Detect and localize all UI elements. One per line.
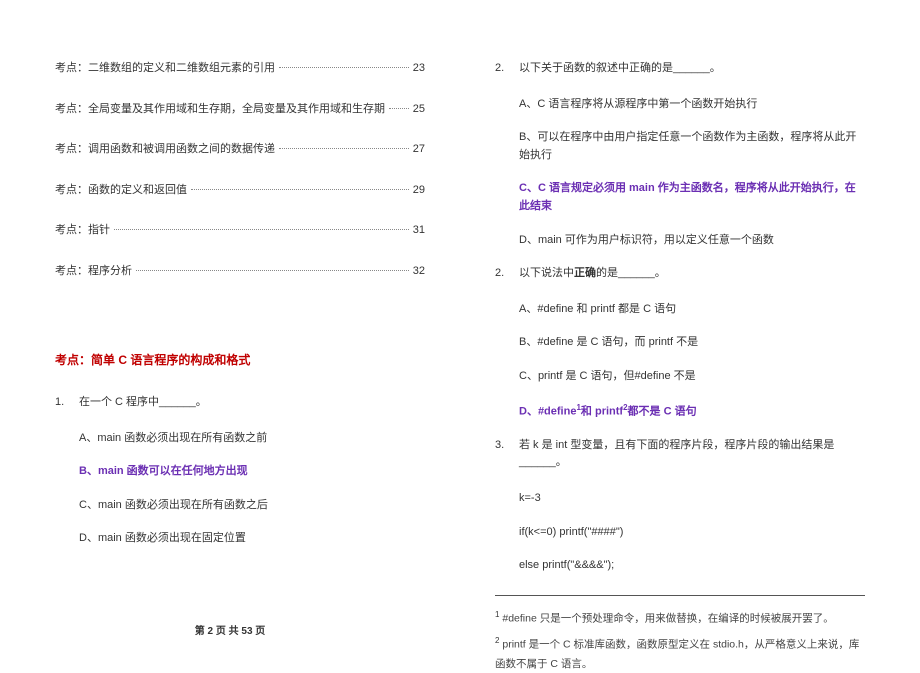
footer-prefix: 第 [195, 626, 208, 637]
document-page: 考点：二维数组的定义和二维数组元素的引用 23 考点：全局变量及其作用域和生存期… [0, 0, 920, 651]
toc-page: 27 [413, 141, 425, 158]
option-a: A、#define 和 printf 都是 C 语句 [519, 301, 865, 319]
footer-suffix: 页 [253, 626, 266, 637]
footnote-text: printf 是一个 C 标准库函数，函数原型定义在 stdio.h，从严格意义… [495, 639, 859, 670]
d-pre: D、#define [519, 405, 576, 417]
question-number: 2. [495, 60, 519, 78]
question-stem: 以下说法中正确的是______。 [519, 265, 865, 283]
right-column: 2. 以下关于函数的叙述中正确的是______。 A、C 语言程序将从源程序中第… [460, 0, 920, 651]
footnote-text: #define 只是一个预处理命令，用来做替换，在编译的时候被展开罢了。 [499, 612, 833, 624]
left-column: 考点：二维数组的定义和二维数组元素的引用 23 考点：全局变量及其作用域和生存期… [0, 0, 460, 651]
code-line: if(k<=0) printf("####") [519, 524, 865, 542]
toc-leader [279, 67, 409, 68]
option-c-answer: C、C 语言规定必须用 main 作为主函数名，程序将从此开始执行，在此结束 [519, 180, 865, 215]
question-number: 2. [495, 265, 519, 283]
question-stem: 以下关于函数的叙述中正确的是______。 [519, 60, 865, 78]
footer-mid: 页 共 [213, 626, 241, 637]
question-number: 1. [55, 394, 79, 412]
option-b: B、#define 是 C 语句，而 printf 不是 [519, 334, 865, 352]
toc-item: 考点：程序分析 32 [55, 263, 425, 280]
question-2: 2. 以下关于函数的叙述中正确的是______。 [495, 60, 865, 78]
option-c: C、printf 是 C 语句，但#define 不是 [519, 368, 865, 386]
stem-pre: 以下说法中 [519, 267, 574, 279]
toc-text: 考点：指针 [55, 222, 110, 239]
toc-item: 考点：函数的定义和返回值 29 [55, 182, 425, 199]
option-b-answer: B、main 函数可以在任何地方出现 [79, 463, 425, 481]
code-line: k=-3 [519, 490, 865, 508]
toc-text: 考点：调用函数和被调用函数之间的数据传递 [55, 141, 275, 158]
toc-item: 考点：全局变量及其作用域和生存期，全局变量及其作用域和生存期 25 [55, 101, 425, 118]
footnote-2: 2 printf 是一个 C 标准库函数，函数原型定义在 stdio.h，从严格… [495, 634, 865, 673]
section-heading: 考点：简单 C 语言程序的构成和格式 [55, 351, 425, 368]
option-b: B、可以在程序中由用户指定任意一个函数作为主函数，程序将从此开始执行 [519, 129, 865, 164]
toc-text: 考点：全局变量及其作用域和生存期，全局变量及其作用域和生存期 [55, 101, 385, 118]
footnote-separator [495, 595, 865, 596]
toc-page: 31 [413, 222, 425, 239]
question-3: 2. 以下说法中正确的是______。 [495, 265, 865, 283]
toc-leader [114, 229, 409, 230]
toc-item: 考点：指针 31 [55, 222, 425, 239]
toc-text: 考点：二维数组的定义和二维数组元素的引用 [55, 60, 275, 77]
question-1: 1. 在一个 C 程序中______。 [55, 394, 425, 412]
stem-bold: 正确 [574, 267, 596, 279]
option-d: D、main 函数必须出现在固定位置 [79, 530, 425, 548]
toc-page: 29 [413, 182, 425, 199]
toc-item: 考点：二维数组的定义和二维数组元素的引用 23 [55, 60, 425, 77]
question-4: 3. 若 k 是 int 型变量，且有下面的程序片段，程序片段的输出结果是___… [495, 437, 865, 472]
toc-page: 25 [413, 101, 425, 118]
footnote-1: 1 #define 只是一个预处理命令，用来做替换，在编译的时候被展开罢了。 [495, 608, 865, 628]
option-c: C、main 函数必须出现在所有函数之后 [79, 497, 425, 515]
toc-leader [389, 108, 409, 109]
question-stem: 在一个 C 程序中______。 [79, 394, 425, 412]
toc-item: 考点：调用函数和被调用函数之间的数据传递 27 [55, 141, 425, 158]
toc-text: 考点：函数的定义和返回值 [55, 182, 187, 199]
toc-page: 32 [413, 263, 425, 280]
question-number: 3. [495, 437, 519, 472]
toc-text: 考点：程序分析 [55, 263, 132, 280]
toc-leader [136, 270, 409, 271]
option-a: A、main 函数必须出现在所有函数之前 [79, 430, 425, 448]
question-stem: 若 k 是 int 型变量，且有下面的程序片段，程序片段的输出结果是______… [519, 437, 865, 472]
toc-page: 23 [413, 60, 425, 77]
d-mid: 和 printf [581, 405, 623, 417]
toc-leader [279, 148, 409, 149]
d-post: 都不是 C 语句 [628, 405, 697, 417]
footer-total-pages: 53 [241, 626, 252, 637]
option-d-answer: D、#define1和 printf2都不是 C 语句 [519, 402, 865, 421]
option-a: A、C 语言程序将从源程序中第一个函数开始执行 [519, 96, 865, 114]
stem-post: 的是______。 [596, 267, 666, 279]
code-line: else printf("&&&&"); [519, 557, 865, 575]
option-d: D、main 可作为用户标识符，用以定义任意一个函数 [519, 232, 865, 250]
page-footer: 第 2 页 共 53 页 [0, 622, 460, 637]
toc-leader [191, 189, 409, 190]
